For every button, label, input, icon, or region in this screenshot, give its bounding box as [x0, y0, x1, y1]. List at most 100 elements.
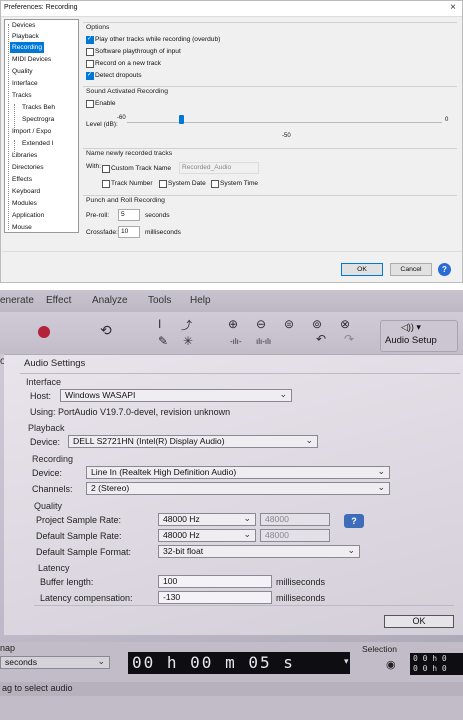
zoom-out-icon[interactable]: ⊖ — [256, 317, 266, 331]
tree-item-keyboard[interactable]: Keyboard — [12, 186, 40, 197]
toolbar: ⟲ Ι ⤴ ✎ ✳ ⊕ ⊖ ⊜ ⊚ ⊗ -ılı- ılı-ılı ↶ ↷ ◁)… — [0, 312, 463, 354]
tree-item-tracks-behaviors[interactable]: Tracks Beh — [22, 102, 55, 113]
close-icon[interactable]: × — [450, 2, 456, 13]
playthrough-checkbox[interactable] — [86, 48, 94, 56]
host-dropdown[interactable]: Windows WASAPI ⌄ — [60, 389, 292, 402]
tree-item-midi-devices[interactable]: MIDI Devices — [12, 54, 51, 65]
selection-tool-icon[interactable]: Ι — [158, 317, 161, 331]
new-track-label: Record on a new track — [95, 60, 161, 67]
project-rate-field[interactable]: 48000 — [260, 513, 330, 526]
buffer-length-input[interactable]: 100 — [158, 575, 272, 588]
default-rate-dropdown[interactable]: 48000 Hz ⌄ — [158, 529, 256, 542]
tree-item-spectrograms[interactable]: Spectrogra — [22, 114, 54, 125]
tree-item-playback[interactable]: Playback — [12, 31, 39, 42]
tree-line — [8, 24, 9, 230]
sound-activated-enable-checkbox[interactable] — [86, 100, 94, 108]
default-rate-field[interactable]: 48000 — [260, 529, 330, 542]
host-value: Windows WASAPI — [65, 390, 136, 400]
tree-item-mouse[interactable]: Mouse — [12, 222, 32, 232]
tree-item-devices[interactable]: Devices — [12, 20, 35, 31]
crossfade-input[interactable]: 10 — [118, 226, 140, 238]
playthrough-label: Software playthrough of input — [95, 48, 181, 55]
custom-track-name-field[interactable]: Recorded_Audio — [179, 162, 259, 174]
latency-heading: Latency — [38, 563, 70, 573]
tree-item-effects[interactable]: Effects — [12, 174, 32, 185]
overdub-checkbox[interactable] — [86, 35, 94, 44]
default-format-dropdown[interactable]: 32-bit float ⌄ — [158, 545, 360, 558]
overdub-label: Play other tracks while recording (overd… — [95, 36, 221, 43]
naming-heading: Name newly recorded tracks — [86, 150, 173, 157]
audio-settings-ok-button[interactable]: OK — [384, 615, 454, 628]
selection-end: 0 0 h 0 — [413, 664, 447, 673]
recording-device-dropdown[interactable]: Line In (Realtek High Definition Audio) … — [86, 466, 390, 479]
snap-label: nap — [0, 643, 16, 653]
selection-toggle-icon[interactable]: ◉ — [386, 658, 396, 671]
loop-icon[interactable]: ⟲ — [100, 322, 112, 339]
multi-tool-icon[interactable]: ✳ — [183, 334, 193, 348]
draw-tool-icon[interactable]: ✎ — [158, 334, 168, 348]
level-slider-thumb[interactable] — [178, 115, 184, 124]
audio-setup-button[interactable]: ◁)) ▾ Audio Setup — [380, 320, 458, 352]
system-time-checkbox[interactable] — [211, 180, 219, 188]
help-button[interactable]: ? — [344, 514, 364, 528]
tree-item-tracks[interactable]: Tracks — [12, 90, 32, 101]
level-value-label: -50 — [282, 133, 291, 139]
time-control[interactable]: 00 h 00 m 05 s — [128, 652, 350, 674]
latency-comp-input[interactable]: -130 — [158, 591, 272, 604]
trim-icon[interactable]: -ılı- — [230, 337, 242, 346]
chevron-down-icon: ⌄ — [377, 466, 385, 476]
preferences-tree: Devices Playback Recording MIDI Devices … — [4, 19, 79, 233]
fit-selection-icon[interactable]: ⊜ — [284, 317, 294, 331]
preroll-input[interactable]: 5 — [118, 209, 140, 221]
tree-item-libraries[interactable]: Libraries — [12, 150, 37, 161]
menu-effect[interactable]: Effect — [46, 295, 71, 306]
tree-item-application[interactable]: Application — [12, 210, 44, 221]
menu-tools[interactable]: Tools — [148, 295, 171, 306]
audio-settings-window: Audio Settings Interface Host: Windows W… — [4, 354, 463, 635]
playback-device-label: Device: — [30, 437, 61, 447]
menu-help[interactable]: Help — [190, 295, 211, 306]
tree-item-recording[interactable]: Recording — [10, 42, 45, 53]
detect-dropouts-checkbox[interactable] — [86, 71, 94, 80]
system-date-checkbox[interactable] — [159, 180, 167, 188]
track-number-checkbox[interactable] — [102, 180, 110, 188]
menu-generate[interactable]: enerate — [0, 295, 34, 306]
playback-device-dropdown[interactable]: DELL S2721HN (Intel(R) Display Audio) ⌄ — [68, 435, 318, 448]
tree-item-interface[interactable]: Interface — [12, 78, 38, 89]
redo-icon[interactable]: ↷ — [344, 332, 354, 346]
tree-item-extended-import[interactable]: Extended I — [22, 138, 54, 149]
zoom-in-icon[interactable]: ⊕ — [228, 317, 238, 331]
zoom-toggle-icon[interactable]: ⊗ — [340, 317, 350, 331]
cancel-button[interactable]: Cancel — [390, 263, 432, 276]
project-rate-dropdown[interactable]: 48000 Hz ⌄ — [158, 513, 256, 526]
help-button[interactable]: ? — [438, 263, 451, 276]
menu-analyze[interactable]: Analyze — [92, 295, 128, 306]
recording-device-label: Device: — [32, 468, 63, 478]
using-text: Using: PortAudio V19.7.0-devel, revision… — [30, 407, 231, 417]
level-slider-track[interactable] — [127, 122, 442, 123]
playback-device-value: DELL S2721HN (Intel(R) Display Audio) — [73, 436, 225, 446]
selection-time-control[interactable]: 0 0 h 0 0 0 h 0 — [410, 653, 463, 675]
record-button[interactable] — [38, 326, 50, 338]
level-label: Level (dB): — [86, 121, 118, 128]
tree-item-modules[interactable]: Modules — [12, 198, 37, 209]
audacity-photo: enerate Effect Analyze Tools Help ⟲ Ι ⤴ … — [0, 290, 463, 720]
default-rate-value: 48000 Hz — [163, 530, 200, 540]
ok-button[interactable]: OK — [341, 263, 383, 276]
fit-project-icon[interactable]: ⊚ — [312, 317, 322, 331]
title-bar: Preferences: Recording × — [1, 1, 462, 17]
tree-item-directories[interactable]: Directories — [12, 162, 44, 173]
snap-dropdown[interactable]: seconds ⌄ — [0, 656, 110, 669]
chevron-down-icon: ⌄ — [279, 389, 287, 399]
new-track-checkbox[interactable] — [86, 60, 94, 68]
default-format-value: 32-bit float — [163, 546, 204, 556]
tree-item-import-export[interactable]: Import / Expo — [12, 126, 51, 137]
custom-track-name-checkbox[interactable] — [102, 165, 110, 173]
preroll-label: Pre-roll: — [86, 212, 110, 219]
undo-icon[interactable]: ↶ — [316, 332, 326, 346]
envelope-tool-icon[interactable]: ⤴ — [181, 317, 192, 333]
time-format-chevron-icon[interactable]: ▾ — [344, 656, 349, 667]
silence-icon[interactable]: ılı-ılı — [256, 337, 271, 346]
tree-item-quality[interactable]: Quality — [12, 66, 33, 77]
channels-dropdown[interactable]: 2 (Stereo) ⌄ — [86, 482, 390, 495]
